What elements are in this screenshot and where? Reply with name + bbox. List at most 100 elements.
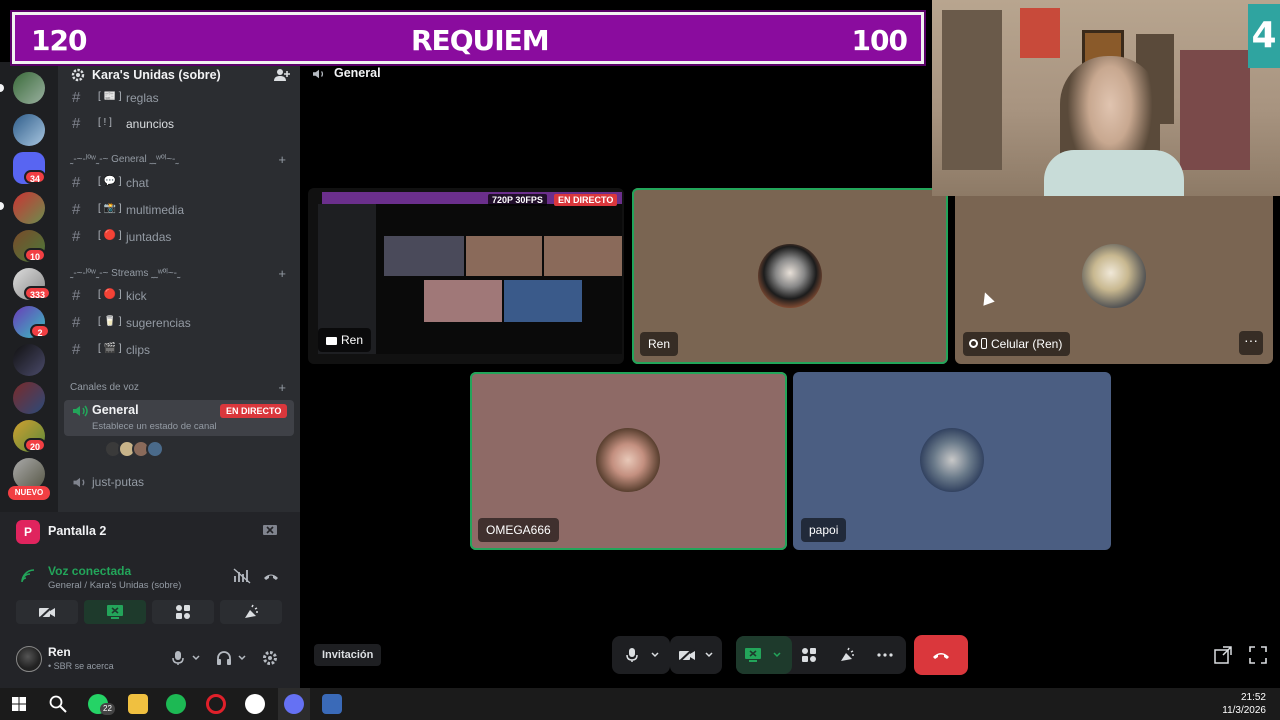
channel-emoji: [ 🎬 ] [98,343,122,354]
channel-reglas[interactable]: # [ 📰 ] reglas [64,86,294,110]
soundboard-icon[interactable] [838,647,856,663]
category-streams[interactable]: ˷-~-ˡºʷ˷-~ Streams ˷˷ʷºˡ~-˷ + [70,266,290,282]
channel-label: anuncios [126,117,175,131]
user-name[interactable]: Ren [48,645,71,659]
screen-share-control[interactable] [736,636,792,674]
app-icon[interactable] [322,694,342,714]
unread-badge: 34 [24,170,47,184]
chevron-down-icon[interactable] [237,650,247,666]
microphone-control[interactable] [612,636,670,674]
stream-preview-tile [504,280,582,322]
category-general[interactable]: ˷-~-ˡºʷ˷-~ General ˷˷ʷºˡ~-˷ + [70,152,290,168]
camera-control[interactable] [670,636,722,674]
voice-connected-location: General / Kara's Unidas (sobre) [48,580,182,591]
participant-tile[interactable]: Celular (Ren) ··· [955,188,1273,364]
server-icon[interactable] [13,344,45,376]
stream-preview-tile [466,236,542,276]
avatar[interactable] [146,440,164,458]
channel-sidebar: Kara's Unidas (sobre) # [ 📰 ] reglas # [… [58,62,300,512]
server-icon[interactable] [13,114,45,146]
stream-status-icon [969,339,978,348]
windows-start-icon[interactable] [12,697,26,711]
hash-icon: # [72,228,81,245]
channel-emoji: [ 💬 ] [98,176,122,187]
channel-status[interactable]: Establece un estado de canal [92,421,217,432]
activities-icon[interactable] [800,647,818,663]
stream-preview-tile [424,280,502,322]
live-badge: EN DIRECTO [554,194,618,206]
participant-tile[interactable]: OMEGA666 [470,372,787,550]
stream-avatar: P [16,520,40,544]
active-app-highlight [278,688,310,720]
channel-label: chat [126,176,149,190]
gear-icon[interactable] [262,650,278,666]
user-avatar[interactable] [16,646,42,672]
obs-icon[interactable] [245,694,265,714]
voice-channel-label: General [92,403,139,417]
participant-tile[interactable]: papoi [793,372,1111,550]
channel-clips[interactable]: # [ 🎬 ] clips [64,338,294,362]
stop-stream-icon[interactable] [262,524,278,538]
server-icon[interactable] [13,382,45,414]
add-member-icon[interactable] [274,68,290,82]
channel-juntadas[interactable]: # [ 🔴 ] juntadas [64,225,294,249]
clock[interactable]: 21:52 11/3/2026 [1222,691,1266,717]
category-voice[interactable]: Canales de voz + [70,380,290,396]
whatsapp-badge: 22 [100,703,115,715]
file-explorer-icon[interactable] [128,694,148,714]
add-channel-icon[interactable]: + [278,380,286,395]
add-channel-icon[interactable]: + [278,152,286,167]
new-badge: NUEVO [8,486,50,500]
add-channel-icon[interactable]: + [278,266,286,281]
chevron-down-icon [705,652,713,658]
disconnect-button[interactable] [914,635,968,675]
camera-toggle-button[interactable] [16,600,78,624]
live-badge: EN DIRECTO [220,404,288,418]
stream-preview-tile [384,236,464,276]
voice-channel-general[interactable]: General EN DIRECTO Establece un estado d… [64,400,294,436]
server-header[interactable]: Kara's Unidas (sobre) [58,62,300,88]
channel-multimedia[interactable]: # [ 📸 ] multimedia [64,198,294,222]
screen-share-button[interactable] [84,600,146,624]
disconnect-icon[interactable] [262,568,280,584]
unread-badge: 333 [24,286,52,300]
chevron-down-icon[interactable] [191,650,201,666]
invite-button[interactable]: Invitación [314,644,382,666]
opera-icon[interactable] [206,694,226,714]
tile-name: papoi [801,518,847,542]
webcam-background-shelf [942,10,1002,170]
spotify-icon[interactable] [166,694,186,714]
channel-anuncios[interactable]: # [ ! ] anuncios [64,112,294,136]
channel-emoji: [ ! ] [98,117,112,128]
channel-kick[interactable]: # [ 🔴 ] kick [64,284,294,308]
pop-out-icon[interactable] [1214,646,1232,664]
tile-name-text: Celular (Ren) [991,337,1063,351]
tile-name: Celular (Ren) [963,332,1071,356]
stream-overlay-banner: 120 REQUIEM 100 [12,12,924,64]
more-options-icon[interactable] [876,647,894,663]
server-icon[interactable] [13,72,45,104]
search-icon[interactable] [49,695,67,713]
more-options-icon[interactable]: ··· [1239,331,1263,355]
channel-chat[interactable]: # [ 💬 ] chat [64,171,294,195]
mobile-icon [981,338,987,349]
noise-suppression-icon[interactable] [233,568,251,584]
participant-tile[interactable]: Ren [632,188,948,364]
server-icon[interactable] [13,192,45,224]
headphones-icon[interactable] [216,650,232,666]
taskbar: 22 21:52 11/3/2026 [0,688,1280,720]
server-name: Kara's Unidas (sobre) [92,68,221,82]
clock-date: 11/3/2026 [1222,705,1266,716]
microphone-icon[interactable] [170,650,186,666]
fullscreen-icon[interactable] [1249,646,1267,664]
speaker-icon [313,69,324,79]
webcam-background-clothes [1180,50,1250,170]
screen-share-tile[interactable]: 720P 30FPS EN DIRECTO Ren [308,188,624,364]
connection-signal-icon[interactable] [20,568,36,584]
soundboard-button[interactable] [220,600,282,624]
voice-channel-just-putas[interactable]: just-putas [64,470,294,494]
channel-sugerencias[interactable]: # [ 🥛 ] sugerencias [64,311,294,335]
activities-button[interactable] [152,600,214,624]
voice-connected-label[interactable]: Voz conectada [48,564,131,578]
right-score: 100 [851,24,908,57]
